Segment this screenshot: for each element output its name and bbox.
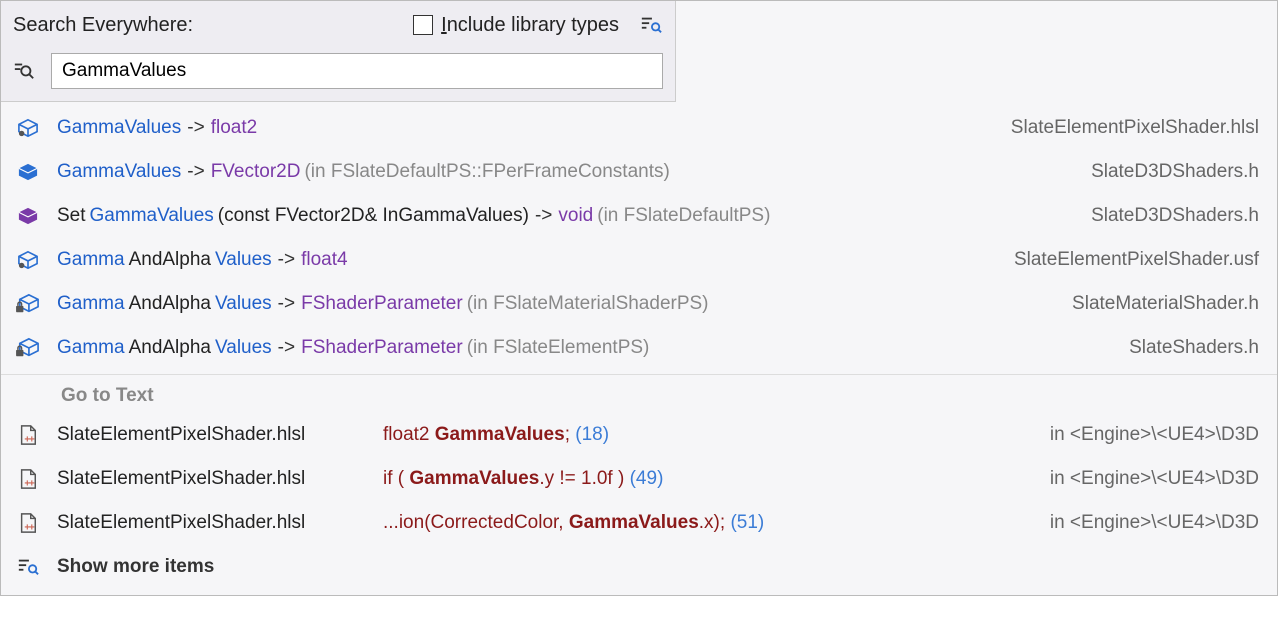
- result-main: GammaAndAlphaValues -> float4: [57, 249, 998, 271]
- box-solid-purple-icon: [15, 204, 41, 228]
- text-result-file: SlateElementPixelShader.hlsl: [57, 468, 367, 490]
- symbol-result-row[interactable]: GammaAndAlphaValues -> FShaderParameter …: [1, 326, 1277, 370]
- text-result-file: SlateElementPixelShader.hlsl: [57, 424, 367, 446]
- symbol-result-row[interactable]: GammaValues -> FVector2D (in FSlateDefau…: [1, 150, 1277, 194]
- box-blue-lock-icon: [15, 292, 41, 316]
- symbol-result-row[interactable]: GammaValues -> float2 SlateElementPixelSh…: [1, 106, 1277, 150]
- box-blue-icon: [15, 116, 41, 140]
- filter-options-icon[interactable]: [639, 13, 663, 37]
- show-more-button[interactable]: Show more items: [1, 545, 1277, 591]
- checkbox-icon: [413, 15, 433, 35]
- text-result-path: in <Engine>\<UE4>\D3D: [1050, 424, 1259, 446]
- svg-text:+: +: [29, 478, 35, 489]
- result-main: GammaAndAlphaValues -> FShaderParameter …: [57, 293, 1056, 315]
- text-result-snippet: float2 GammaValues; (18): [383, 424, 1034, 446]
- text-result-file: SlateElementPixelShader.hlsl: [57, 512, 367, 534]
- text-result-snippet: ...ion(CorrectedColor, GammaValues.x); (…: [383, 512, 1034, 534]
- file-icon: ++: [15, 467, 41, 491]
- text-result-row[interactable]: ++ SlateElementPixelShader.hlsl ...ion(Cor…: [1, 501, 1277, 545]
- result-file: SlateElementPixelShader.hlsl: [1011, 117, 1259, 139]
- include-library-checkbox[interactable]: Include library types: [413, 14, 619, 37]
- box-blue-icon: [15, 248, 41, 272]
- go-to-text-header: Go to Text: [1, 374, 1277, 413]
- result-main: SetGammaValues(const FVector2D& InGammaV…: [57, 205, 1075, 227]
- show-more-label: Show more items: [57, 556, 214, 578]
- symbol-result-row[interactable]: SetGammaValues(const FVector2D& InGammaV…: [1, 194, 1277, 238]
- result-main: GammaAndAlphaValues -> FShaderParameter …: [57, 337, 1113, 359]
- result-file: SlateD3DShaders.h: [1091, 161, 1259, 183]
- box-solid-blue-icon: [15, 160, 41, 184]
- result-file: SlateD3DShaders.h: [1091, 205, 1259, 227]
- result-main: GammaValues -> float2: [57, 117, 995, 139]
- text-result-path: in <Engine>\<UE4>\D3D: [1050, 468, 1259, 490]
- search-input[interactable]: [51, 53, 663, 89]
- result-file: SlateShaders.h: [1129, 337, 1259, 359]
- search-title: Search Everywhere:: [13, 14, 393, 37]
- show-more-icon: [15, 555, 41, 579]
- result-main: GammaValues -> FVector2D (in FSlateDefau…: [57, 161, 1075, 183]
- text-result-snippet: if ( GammaValues.y != 1.0f ) (49): [383, 468, 1034, 490]
- file-icon: ++: [15, 423, 41, 447]
- text-result-row[interactable]: ++ SlateElementPixelShader.hlsl float2 Gam…: [1, 413, 1277, 457]
- file-icon: ++: [15, 511, 41, 535]
- svg-text:+: +: [29, 522, 35, 533]
- symbol-result-row[interactable]: GammaAndAlphaValues -> FShaderParameter …: [1, 282, 1277, 326]
- results-list: GammaValues -> float2 SlateElementPixelSh…: [1, 102, 1277, 595]
- search-header: Search Everywhere: Include library types: [1, 1, 676, 102]
- search-icon: [13, 59, 37, 83]
- text-result-row[interactable]: ++ SlateElementPixelShader.hlsl if ( Gamma…: [1, 457, 1277, 501]
- result-file: SlateMaterialShader.h: [1072, 293, 1259, 315]
- box-blue-lock-icon: [15, 336, 41, 360]
- text-result-path: in <Engine>\<UE4>\D3D: [1050, 512, 1259, 534]
- search-everywhere-popup: Search Everywhere: Include library types: [0, 0, 1278, 596]
- result-file: SlateElementPixelShader.usf: [1014, 249, 1259, 271]
- svg-text:+: +: [29, 434, 35, 445]
- symbol-result-row[interactable]: GammaAndAlphaValues -> float4 SlateElemen…: [1, 238, 1277, 282]
